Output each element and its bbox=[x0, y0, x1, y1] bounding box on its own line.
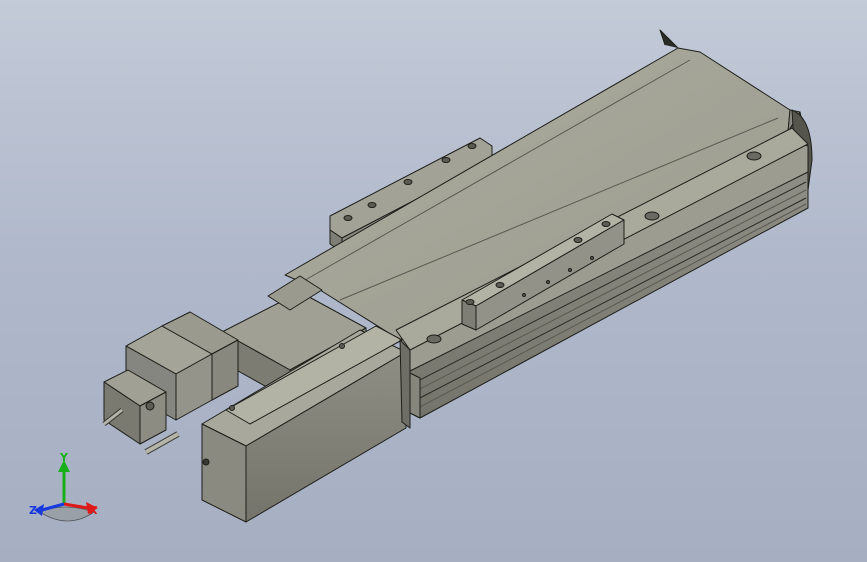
triad-y-label: Y bbox=[60, 451, 68, 464]
3d-model-viewport[interactable]: Y X Z bbox=[0, 0, 867, 562]
triad-x-label: X bbox=[89, 504, 98, 517]
triad-z-label: Z bbox=[29, 504, 37, 517]
linear-actuator-model[interactable] bbox=[0, 0, 867, 562]
